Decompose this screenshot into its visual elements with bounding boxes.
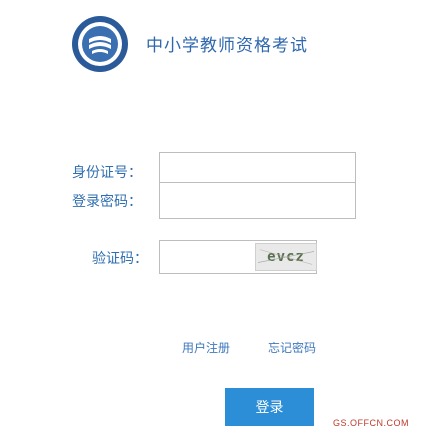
exam-emblem-icon (72, 16, 128, 72)
register-link[interactable]: 用户注册 (182, 339, 230, 356)
id-number-label: 身份证号： (72, 165, 142, 181)
captcha-image[interactable]: evcz (255, 243, 317, 271)
login-button[interactable]: 登录 (225, 388, 314, 426)
forgot-password-link[interactable]: 忘记密码 (268, 339, 316, 356)
password-input[interactable] (159, 182, 356, 219)
captcha-label: 验证码： (92, 251, 148, 267)
captcha-text: evcz (267, 249, 305, 265)
watermark: GS.OFFCN.COM (333, 418, 409, 428)
id-number-input[interactable] (159, 152, 356, 184)
password-label: 登录密码： (72, 194, 142, 210)
site-title: 中小学教师资格考试 (146, 36, 308, 56)
